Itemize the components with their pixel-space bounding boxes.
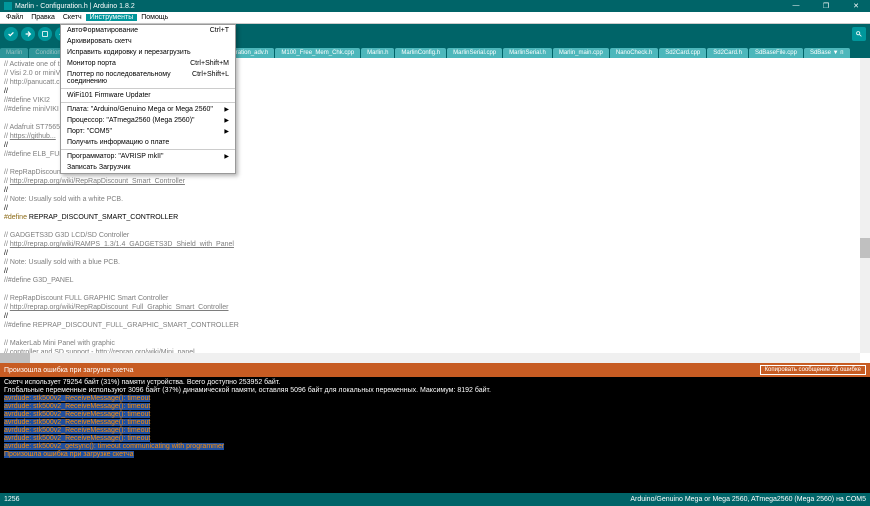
tab-9[interactable]: MarlinSerial.h bbox=[503, 48, 552, 58]
window-title: Marlin - Configuration.h | Arduino 1.8.2 bbox=[15, 3, 786, 10]
close-button[interactable]: ✕ bbox=[846, 2, 866, 10]
line-number: 1256 bbox=[4, 496, 630, 503]
console[interactable]: Скетч использует 79254 байт (31%) памяти… bbox=[0, 377, 870, 493]
code-line: // bbox=[4, 186, 866, 195]
menu-item[interactable]: Плата: "Arduino/Genuino Mega or Mega 256… bbox=[61, 104, 235, 115]
menu-item[interactable]: Процессор: "ATmega2560 (Mega 2560)"▶ bbox=[61, 115, 235, 126]
board-info: Arduino/Genuino Mega or Mega 2560, ATmeg… bbox=[630, 496, 866, 503]
code-line: //#define G3D_PANEL bbox=[4, 276, 866, 285]
menu-item[interactable]: Программатор: "AVRISP mkII"▶ bbox=[61, 151, 235, 162]
vertical-scrollbar[interactable] bbox=[860, 58, 870, 353]
verify-button[interactable] bbox=[4, 27, 18, 41]
code-line: // Note: Usually sold with a blue PCB. bbox=[4, 258, 866, 267]
tab-14[interactable]: SdBaseFile.cpp bbox=[749, 48, 803, 58]
tab-11[interactable]: NanoCheck.h bbox=[610, 48, 658, 58]
menubar: Файл Правка Скетч Инструменты Помощь bbox=[0, 12, 870, 24]
code-line: // GADGETS3D G3D LCD/SD Controller bbox=[4, 231, 866, 240]
console-line: avrdude: stk500v2_ReceiveMessage(): time… bbox=[4, 419, 866, 427]
statusbar: 1256 Arduino/Genuino Mega or Mega 2560, … bbox=[0, 493, 870, 506]
code-line: //#define REPRAP_DISCOUNT_FULL_GRAPHIC_S… bbox=[4, 321, 866, 330]
tab-15[interactable]: SdBase ▼ п bbox=[804, 48, 850, 58]
tab-12[interactable]: Sd2Card.cpp bbox=[659, 48, 706, 58]
code-line bbox=[4, 222, 866, 231]
menu-item[interactable]: АвтоФорматированиеCtrl+T bbox=[61, 25, 235, 36]
code-line: // MakerLab Mini Panel with graphic bbox=[4, 339, 866, 348]
console-line: avrdude: stk500v2_ReceiveMessage(): time… bbox=[4, 395, 866, 403]
code-line: // http://reprap.org/wiki/RepRapDiscount… bbox=[4, 177, 866, 186]
tab-0[interactable]: Marlin bbox=[0, 48, 28, 58]
code-line: // bbox=[4, 204, 866, 213]
menu-tools[interactable]: Инструменты bbox=[86, 14, 138, 21]
code-line: // http://reprap.org/wiki/RAMPS_1.3/1.4_… bbox=[4, 240, 866, 249]
code-line: // bbox=[4, 312, 866, 321]
tab-6[interactable]: Marlin.h bbox=[361, 48, 394, 58]
console-line: Произошла ошибка при загрузке скетча bbox=[4, 451, 866, 459]
code-line: // bbox=[4, 267, 866, 276]
menu-item[interactable]: Исправить кодировку и перезагрузить bbox=[61, 47, 235, 58]
upload-button[interactable] bbox=[21, 27, 35, 41]
new-button[interactable] bbox=[38, 27, 52, 41]
copy-error-button[interactable]: Копировать сообщение об ошибке bbox=[760, 365, 866, 375]
menu-item[interactable]: Плоттер по последовательному соединениюC… bbox=[61, 69, 235, 87]
console-line: avrdude: stk500v2_ReceiveMessage(): time… bbox=[4, 411, 866, 419]
menu-item[interactable]: Монитор портаCtrl+Shift+M bbox=[61, 58, 235, 69]
serial-monitor-button[interactable] bbox=[852, 27, 866, 41]
code-line bbox=[4, 330, 866, 339]
horizontal-scrollbar[interactable] bbox=[0, 353, 860, 363]
tools-dropdown: АвтоФорматированиеCtrl+TАрхивировать ске… bbox=[60, 24, 236, 174]
menu-edit[interactable]: Правка bbox=[27, 14, 59, 21]
tab-8[interactable]: MarlinSerial.cpp bbox=[447, 48, 502, 58]
tab-5[interactable]: M100_Free_Mem_Chk.cpp bbox=[275, 48, 360, 58]
console-line: avrdude: stk500v2_ReceiveMessage(): time… bbox=[4, 435, 866, 443]
menu-item[interactable]: Записать Загрузчик bbox=[61, 162, 235, 173]
menu-item[interactable]: WiFi101 Firmware Updater bbox=[61, 90, 235, 101]
console-line: Глобальные переменные используют 3096 ба… bbox=[4, 387, 866, 395]
code-line: // http://reprap.org/wiki/RepRapDiscount… bbox=[4, 303, 866, 312]
menu-file[interactable]: Файл bbox=[2, 14, 27, 21]
console-line: avrdude: stk500v2_ReceiveMessage(): time… bbox=[4, 427, 866, 435]
app-icon bbox=[4, 2, 12, 10]
menu-sketch[interactable]: Скетч bbox=[59, 14, 86, 21]
tab-13[interactable]: Sd2Card.h bbox=[707, 48, 748, 58]
menu-help[interactable]: Помощь bbox=[137, 14, 172, 21]
tab-7[interactable]: MarlinConfig.h bbox=[395, 48, 446, 58]
minimize-button[interactable]: — bbox=[786, 2, 806, 10]
code-line: // RepRapDiscount FULL GRAPHIC Smart Con… bbox=[4, 294, 866, 303]
tab-10[interactable]: Marlin_main.cpp bbox=[553, 48, 609, 58]
console-line: avrdude: stk500v2_ReceiveMessage(): time… bbox=[4, 403, 866, 411]
code-line: // Note: Usually sold with a white PCB. bbox=[4, 195, 866, 204]
error-message: Произошла ошибка при загрузке скетча bbox=[4, 367, 760, 374]
code-line bbox=[4, 285, 866, 294]
code-line: // bbox=[4, 249, 866, 258]
console-line: Скетч использует 79254 байт (31%) памяти… bbox=[4, 379, 866, 387]
titlebar: Marlin - Configuration.h | Arduino 1.8.2… bbox=[0, 0, 870, 12]
menu-item[interactable]: Получить информацию о плате bbox=[61, 137, 235, 148]
code-line: #define REPRAP_DISCOUNT_SMART_CONTROLLER bbox=[4, 213, 866, 222]
menu-item[interactable]: Архивировать скетч bbox=[61, 36, 235, 47]
console-line: avrdude: stk500v2_getsync(): timeout com… bbox=[4, 443, 866, 451]
menu-item[interactable]: Порт: "COM5"▶ bbox=[61, 126, 235, 137]
maximize-button[interactable]: ❐ bbox=[816, 2, 836, 10]
error-bar: Произошла ошибка при загрузке скетча Коп… bbox=[0, 363, 870, 377]
